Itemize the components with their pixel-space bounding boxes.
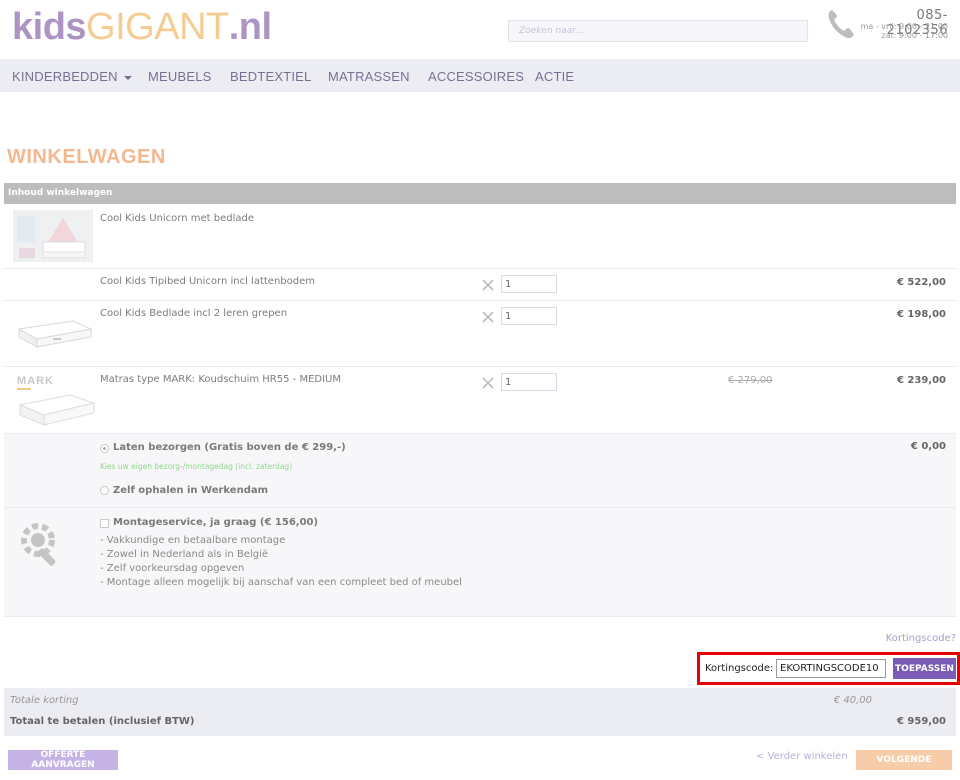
pickup-option-label[interactable]: Zelf ophalen in Werkendam xyxy=(113,485,268,496)
shipping-price: € 0,00 xyxy=(910,441,946,452)
remove-icon[interactable] xyxy=(482,279,494,291)
matras-brand-label: MARK xyxy=(17,375,54,387)
product-image-bedlade[interactable] xyxy=(13,315,93,351)
mattress-icon xyxy=(18,394,96,426)
bullet-item: - Zelf voorkeursdag opgeven xyxy=(100,563,245,574)
coupon-toggle-link[interactable]: Kortingscode? xyxy=(886,633,956,644)
cart-row-tipibed: Cool Kids Tipibed Unicorn incl lattenbod… xyxy=(4,269,956,301)
logo-gigant: GIGANT xyxy=(86,6,229,48)
continue-shopping-link[interactable]: < Verder winkelen xyxy=(756,751,848,762)
main-nav: KINDERBEDDEN MEUBELS BEDTEXTIEL MATRASSE… xyxy=(0,59,960,92)
bullet-item: - Vakkundige en betaalbare montage xyxy=(100,535,286,546)
radio-delivery[interactable] xyxy=(100,444,109,453)
assembly-bullets: - Vakkundige en betaalbare montage - Zow… xyxy=(100,534,462,590)
product-image-unicorn-bed[interactable] xyxy=(13,210,93,262)
request-quote-button[interactable]: OFFERTE AANVRAGEN xyxy=(8,750,118,770)
delivery-date-link[interactable]: Kies uw eigen bezorg-/montagedag (incl. … xyxy=(100,462,292,471)
discount-value: € 40,00 xyxy=(833,695,872,706)
radio-pickup[interactable] xyxy=(100,486,109,495)
product-price: € 239,00 xyxy=(896,375,946,386)
quantity-input[interactable] xyxy=(501,275,557,293)
shipping-options: Laten bezorgen (Gratis boven de € 299,-)… xyxy=(4,434,956,508)
nav-item-bedtextiel[interactable]: BEDTEXTIEL xyxy=(230,69,311,84)
product-old-price: € 279,00 xyxy=(728,375,773,386)
quantity-input[interactable] xyxy=(501,373,557,391)
product-price: € 198,00 xyxy=(896,309,946,320)
apply-coupon-button[interactable]: TOEPASSEN xyxy=(893,658,956,679)
brand-underline xyxy=(17,388,31,390)
wrench-gear-icon xyxy=(21,523,56,566)
product-name[interactable]: Cool Kids Bedlade incl 2 leren grepen xyxy=(100,308,287,319)
coupon-form: Kortingscode: TOEPASSEN xyxy=(697,652,960,685)
product-price: € 522,00 xyxy=(896,277,946,288)
hours-weekday: ma - vrij: 9:00 - 21:00 xyxy=(860,22,948,31)
nav-item-label: KINDERBEDDEN xyxy=(12,69,118,84)
logo[interactable]: kidsGIGANT.nl xyxy=(12,6,272,49)
logo-nl: .nl xyxy=(228,6,272,48)
nav-item-actie[interactable]: ACTIE xyxy=(535,69,574,84)
nav-item-accessoires[interactable]: ACCESSOIRES xyxy=(428,69,524,84)
remove-icon[interactable] xyxy=(482,377,494,389)
coupon-input[interactable] xyxy=(776,659,886,678)
cart-table-header: Inhoud winkelwagen xyxy=(4,183,956,204)
discount-label: Totale korting xyxy=(10,695,79,706)
delivery-option-label[interactable]: Laten bezorgen (Gratis boven de € 299,-) xyxy=(113,442,346,453)
bullet-item: - Zowel in Nederland als in België xyxy=(100,549,269,560)
opening-hours: ma - vrij: 9:00 - 21:00 zat: 9:00 - 17:0… xyxy=(830,22,948,40)
cart-row-matras: MARK Matras type MARK: Koudschuim HR55 -… xyxy=(4,367,956,434)
product-image-matras[interactable]: MARK xyxy=(16,375,96,431)
page-title: WINKELWAGEN xyxy=(7,146,166,168)
logo-kids: kids xyxy=(12,6,87,48)
nav-item-meubels[interactable]: MEUBELS xyxy=(148,69,212,84)
search-input[interactable] xyxy=(508,20,808,42)
cart-row-unicorn-set: Cool Kids Unicorn met bedlade xyxy=(4,205,956,269)
cart-row-bedlade: Cool Kids Bedlade incl 2 leren grepen € … xyxy=(4,301,956,367)
nav-item-matrassen[interactable]: MATRASSEN xyxy=(328,69,410,84)
assembly-label[interactable]: Montageservice, ja graag (€ 156,00) xyxy=(113,517,318,528)
coupon-label: Kortingscode: xyxy=(705,663,774,674)
nav-item-kinderbedden[interactable]: KINDERBEDDEN xyxy=(12,69,132,84)
cart-totals: Totale korting € 40,00 Totaal te betalen… xyxy=(4,688,956,736)
assembly-checkbox[interactable] xyxy=(100,519,109,528)
bullet-item: - Montage alleen mogelijk bij aanschaf v… xyxy=(100,577,462,588)
product-name[interactable]: Cool Kids Unicorn met bedlade xyxy=(100,213,254,224)
chevron-down-icon xyxy=(123,75,132,80)
next-button[interactable]: VOLGENDE xyxy=(856,750,952,770)
remove-icon[interactable] xyxy=(482,311,494,323)
hours-saturday: zat: 9:00 - 17:00 xyxy=(881,31,948,40)
total-label: Totaal te betalen (inclusief BTW) xyxy=(10,716,195,727)
product-name[interactable]: Cool Kids Tipibed Unicorn incl lattenbod… xyxy=(100,276,315,287)
product-name[interactable]: Matras type MARK: Koudschuim HR55 - MEDI… xyxy=(100,374,341,385)
assembly-service: Montageservice, ja graag (€ 156,00) - Va… xyxy=(4,508,956,617)
quantity-input[interactable] xyxy=(501,307,557,325)
total-value: € 959,00 xyxy=(896,716,946,727)
